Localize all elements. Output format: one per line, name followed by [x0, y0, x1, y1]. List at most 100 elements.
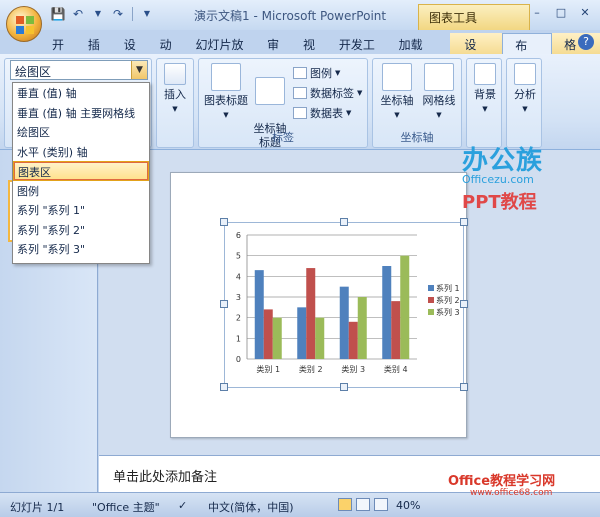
tab-chart-design[interactable]: 设计	[450, 33, 503, 69]
dropdown-item-vertical-gridlines[interactable]: 垂直 (值) 轴 主要网格线	[13, 103, 149, 123]
undo-icon[interactable]: ↶	[70, 6, 86, 22]
bar	[339, 286, 349, 359]
title-bar: 💾 ↶ ▼ ↷ ▼ 演示文稿1 - Microsoft PowerPoint 图…	[0, 0, 600, 30]
tab-animations[interactable]: 动画	[154, 33, 190, 69]
resize-handle[interactable]	[340, 218, 348, 226]
brand-watermark: 办公族 Officezu.com PPT教程	[462, 140, 582, 213]
help-icon[interactable]: ?	[578, 34, 594, 50]
y-tick-label: 0	[236, 355, 241, 364]
resize-handle[interactable]	[220, 300, 228, 308]
analysis-label: 分析	[514, 88, 536, 101]
data-table-icon	[293, 107, 307, 119]
dropdown-item-series-3[interactable]: 系列 "系列 3"	[13, 239, 149, 259]
axes-button[interactable]: 坐标轴 ▼	[377, 63, 417, 122]
bar	[400, 255, 410, 359]
slide-counter: 幻灯片 1/1	[10, 501, 65, 514]
group-background: 背景 ▼	[466, 58, 502, 148]
save-icon[interactable]: 💾	[50, 6, 66, 22]
tab-addins[interactable]: 加载项	[393, 33, 441, 69]
chart-tools-context-title: 图表工具	[418, 4, 530, 30]
close-icon[interactable]: ✕	[574, 4, 596, 22]
bar	[263, 309, 273, 359]
tab-developer[interactable]: 开发工具	[333, 33, 393, 69]
y-tick-label: 6	[236, 231, 241, 240]
legend-label: 系列 3	[436, 307, 460, 317]
slide-sorter-icon[interactable]	[356, 498, 370, 511]
resize-handle[interactable]	[340, 383, 348, 391]
dropdown-item-chart-area[interactable]: 图表区	[13, 161, 149, 181]
bar	[272, 317, 282, 359]
customize-qat-icon[interactable]: ▼	[139, 6, 155, 22]
tab-review[interactable]: 审阅	[261, 33, 297, 69]
redo-icon[interactable]: ↷	[110, 6, 126, 22]
minimize-icon[interactable]: –	[526, 4, 548, 22]
dropdown-item-series-2[interactable]: 系列 "系列 2"	[13, 220, 149, 240]
slideshow-icon[interactable]	[374, 498, 388, 511]
y-tick-label: 5	[236, 252, 241, 261]
tab-slideshow[interactable]: 幻灯片放映	[190, 33, 262, 69]
background-button[interactable]: 背景 ▼	[469, 63, 501, 116]
legend-swatch	[428, 285, 434, 291]
office-logo-icon	[16, 16, 34, 34]
dropdown-arrow-icon[interactable]: ▼	[90, 6, 106, 22]
bar	[306, 268, 316, 359]
selector-value: 绘图区	[15, 65, 52, 79]
window-title: 演示文稿1 - Microsoft PowerPoint	[194, 9, 387, 23]
insert-button[interactable]: 插入 ▼	[159, 63, 191, 116]
legend-label: 图例	[310, 67, 332, 80]
dropdown-item-horizontal-axis[interactable]: 水平 (类别) 轴	[13, 142, 149, 162]
data-table-button[interactable]: 数据表 ▼	[293, 105, 351, 121]
data-table-label: 数据表	[310, 107, 343, 120]
bar	[348, 321, 358, 359]
x-tick-label: 类别 4	[384, 364, 408, 374]
legend-swatch	[428, 297, 434, 303]
normal-view-icon[interactable]	[338, 498, 352, 511]
x-tick-label: 类别 3	[341, 364, 365, 374]
maximize-icon[interactable]: □	[550, 4, 572, 22]
dropdown-item-vertical-axis[interactable]: 垂直 (值) 轴	[13, 83, 149, 103]
legend-swatch	[428, 309, 434, 315]
chevron-down-icon: ▼	[482, 105, 488, 113]
bar	[315, 317, 325, 359]
chart-element-selector[interactable]: 绘图区 ▼	[10, 60, 148, 80]
legend-button[interactable]: 图例 ▼	[293, 65, 340, 81]
tab-home[interactable]: 开始	[46, 33, 82, 69]
language-status[interactable]: 中文(简体，中国)	[208, 499, 294, 515]
resize-handle[interactable]	[460, 300, 468, 308]
chevron-down-icon: ▼	[394, 111, 400, 119]
y-tick-label: 3	[236, 293, 241, 302]
analysis-button[interactable]: 分析 ▼	[509, 63, 541, 116]
brand-ppt: PPT教程	[462, 192, 537, 213]
site-watermark-url: www.office68.com	[470, 488, 553, 498]
y-tick-label: 4	[236, 272, 241, 281]
tab-insert[interactable]: 插入	[82, 33, 118, 69]
gridlines-button[interactable]: 网格线 ▼	[419, 63, 459, 122]
resize-handle[interactable]	[220, 218, 228, 226]
axes-icon	[382, 63, 412, 91]
group-labels: 图表标题 ▼ 坐标轴 标题 图例 ▼ 数据标签 ▼ 数据表 ▼ 标签	[198, 58, 368, 149]
chevron-down-icon: ▼	[522, 105, 528, 113]
dropdown-item-plot-area[interactable]: 绘图区	[13, 122, 149, 142]
resize-handle[interactable]	[220, 383, 228, 391]
chevron-down-icon[interactable]: ▼	[131, 61, 147, 79]
gridlines-icon	[424, 63, 454, 91]
insert-icon	[164, 63, 186, 85]
tab-layout[interactable]: 布局	[502, 33, 553, 70]
analysis-icon	[514, 63, 536, 85]
resize-handle[interactable]	[460, 383, 468, 391]
office-button[interactable]	[6, 6, 42, 42]
legend-label: 系列 1	[436, 283, 460, 293]
zoom-level[interactable]: 40%	[396, 499, 420, 512]
tab-view[interactable]: 视图	[297, 33, 333, 69]
tab-design[interactable]: 设计	[118, 33, 154, 69]
bar	[391, 301, 401, 359]
resize-handle[interactable]	[460, 218, 468, 226]
data-labels-button[interactable]: 数据标签 ▼	[293, 85, 362, 101]
x-tick-label: 类别 2	[299, 364, 323, 374]
spellcheck-icon[interactable]: ✓	[178, 499, 187, 512]
dropdown-item-legend[interactable]: 图例	[13, 181, 149, 201]
chevron-down-icon: ▼	[436, 111, 442, 119]
chart-area[interactable]: 0 1 2 3 4 5 6 类别 1 类别 2 类别 3 类别 4 系列 1 系列 2 系列 3	[224, 222, 464, 388]
dropdown-item-series-1[interactable]: 系列 "系列 1"	[13, 200, 149, 220]
chart-title-button[interactable]: 图表标题 ▼	[203, 63, 249, 122]
